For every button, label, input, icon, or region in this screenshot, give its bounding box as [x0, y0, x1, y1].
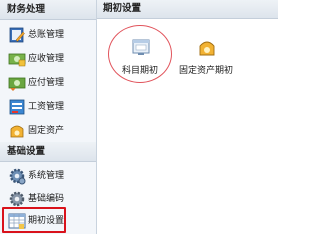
receivable-icon: [8, 53, 26, 67]
gear-icon: [9, 168, 26, 185]
tile-label: 固定资产期初: [178, 66, 233, 76]
payable-icon: [8, 77, 26, 91]
group-header-basic-settings: 基础设置: [0, 142, 96, 162]
sidebar-item-label: 固定资产: [28, 126, 65, 136]
sidebar-item-payable[interactable]: 应付管理: [0, 71, 96, 95]
sidebar-item-label: 期初设置: [28, 216, 65, 226]
ledger-icon: [9, 27, 25, 43]
sidebar-item-system-management[interactable]: 系统管理: [0, 164, 96, 188]
sidebar-item-label: 系统管理: [28, 171, 65, 181]
sidebar-item-label: 总账管理: [28, 30, 65, 40]
fixed-asset-opening-icon: [199, 41, 215, 56]
tile-fixed-asset-opening[interactable]: 固定资产期初: [176, 37, 236, 89]
page-title: 期初设置: [103, 3, 142, 14]
payroll-icon: [9, 99, 25, 115]
sidebar-item-label: 工资管理: [28, 102, 65, 112]
account-opening-icon: [132, 39, 150, 55]
sidebar-item-label: 应付管理: [28, 78, 65, 88]
coding-icon: [9, 191, 25, 207]
sidebar-item-payroll[interactable]: 工资管理: [0, 95, 96, 119]
sidebar: 财务处理 总账管理 应收管理 应付管理 工资管理 固定资产 基础设置 系统管理 …: [0, 0, 97, 234]
group-header-finance: 财务处理: [0, 0, 96, 20]
sidebar-item-receivable[interactable]: 应收管理: [0, 47, 96, 71]
tile-label: 科目期初: [121, 66, 158, 76]
sidebar-item-fixed-asset[interactable]: 固定资产: [0, 119, 96, 143]
fixed-asset-icon: [10, 125, 24, 138]
sidebar-item-label: 应收管理: [28, 54, 65, 64]
sidebar-item-opening-settings[interactable]: 期初设置: [0, 207, 96, 233]
table-icon: [8, 213, 26, 229]
sidebar-item-ledger[interactable]: 总账管理: [0, 23, 96, 47]
content-header: 期初设置: [97, 0, 278, 19]
tile-account-opening[interactable]: 科目期初: [110, 37, 170, 89]
